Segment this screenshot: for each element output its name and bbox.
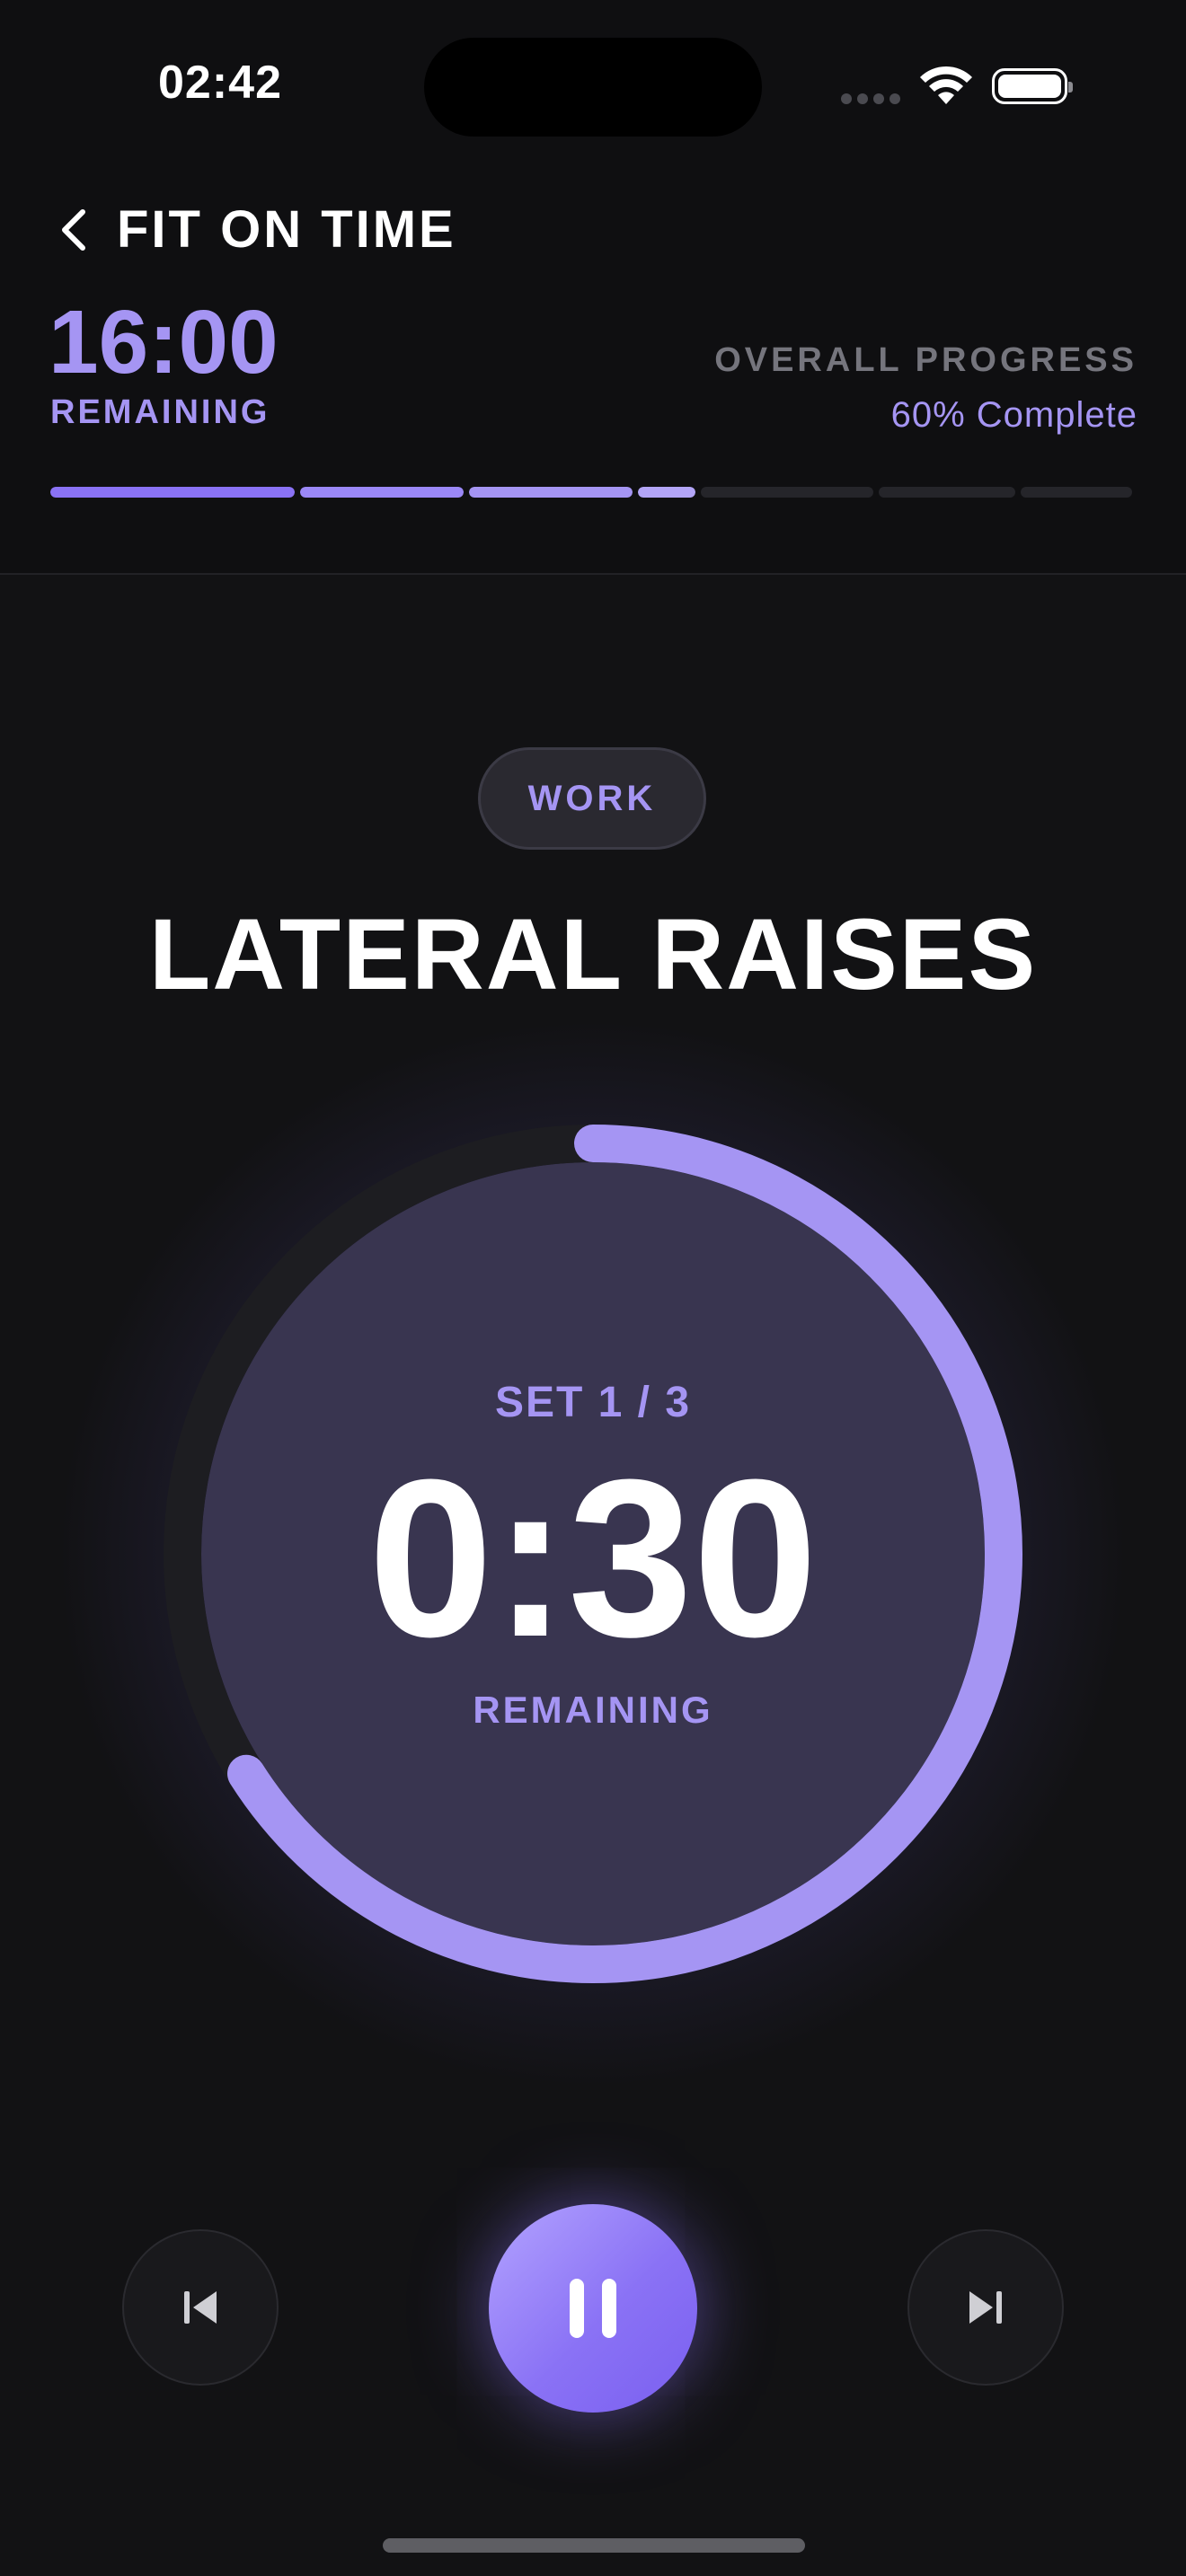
total-time-remaining-label: REMAINING — [50, 393, 270, 431]
progress-segment — [701, 487, 873, 498]
set-counter: SET 1 / 3 — [494, 1379, 692, 1426]
exercise-timer: 0:30 — [367, 1433, 819, 1683]
previous-exercise-button[interactable] — [122, 2229, 279, 2386]
workout-screen: 02:42 FIT ON TIME 16:00 REMAINING OVERAL… — [0, 0, 1186, 2576]
progress-segment — [638, 487, 695, 498]
next-exercise-button[interactable] — [907, 2229, 1064, 2386]
total-time-remaining: 16:00 — [49, 292, 279, 393]
overall-progress-bar — [50, 487, 1137, 498]
progress-segment — [879, 487, 1015, 498]
overall-progress-label: OVERALL PROGRESS — [714, 341, 1137, 379]
progress-segment — [1021, 487, 1132, 498]
header: 02:42 FIT ON TIME 16:00 REMAINING OVERAL… — [0, 0, 1186, 575]
exercise-name: LATERAL RAISES — [148, 898, 1038, 1010]
progress-segment-fill — [469, 487, 633, 498]
dynamic-island — [424, 38, 762, 137]
progress-segment — [50, 487, 295, 498]
pause-button[interactable] — [489, 2204, 697, 2413]
phase-badge: WORK — [478, 747, 706, 850]
skip-previous-icon — [184, 2291, 217, 2324]
battery-icon — [992, 68, 1073, 104]
home-indicator — [383, 2538, 805, 2553]
wifi-icon — [920, 66, 972, 104]
app-title: FIT ON TIME — [117, 200, 456, 259]
cellular-signal-icon — [841, 93, 900, 104]
progress-segment — [300, 487, 464, 498]
progress-segment-fill — [638, 487, 695, 498]
overall-progress-value: 60% Complete — [890, 395, 1137, 435]
exercise-timer-label: REMAINING — [473, 1689, 713, 1731]
progress-segment-fill — [50, 487, 295, 498]
skip-next-icon — [969, 2291, 1002, 2324]
back-button[interactable] — [54, 205, 93, 255]
progress-segment-fill — [300, 487, 464, 498]
pause-icon — [570, 2279, 616, 2338]
progress-segment — [469, 487, 633, 498]
status-time: 02:42 — [158, 57, 282, 109]
